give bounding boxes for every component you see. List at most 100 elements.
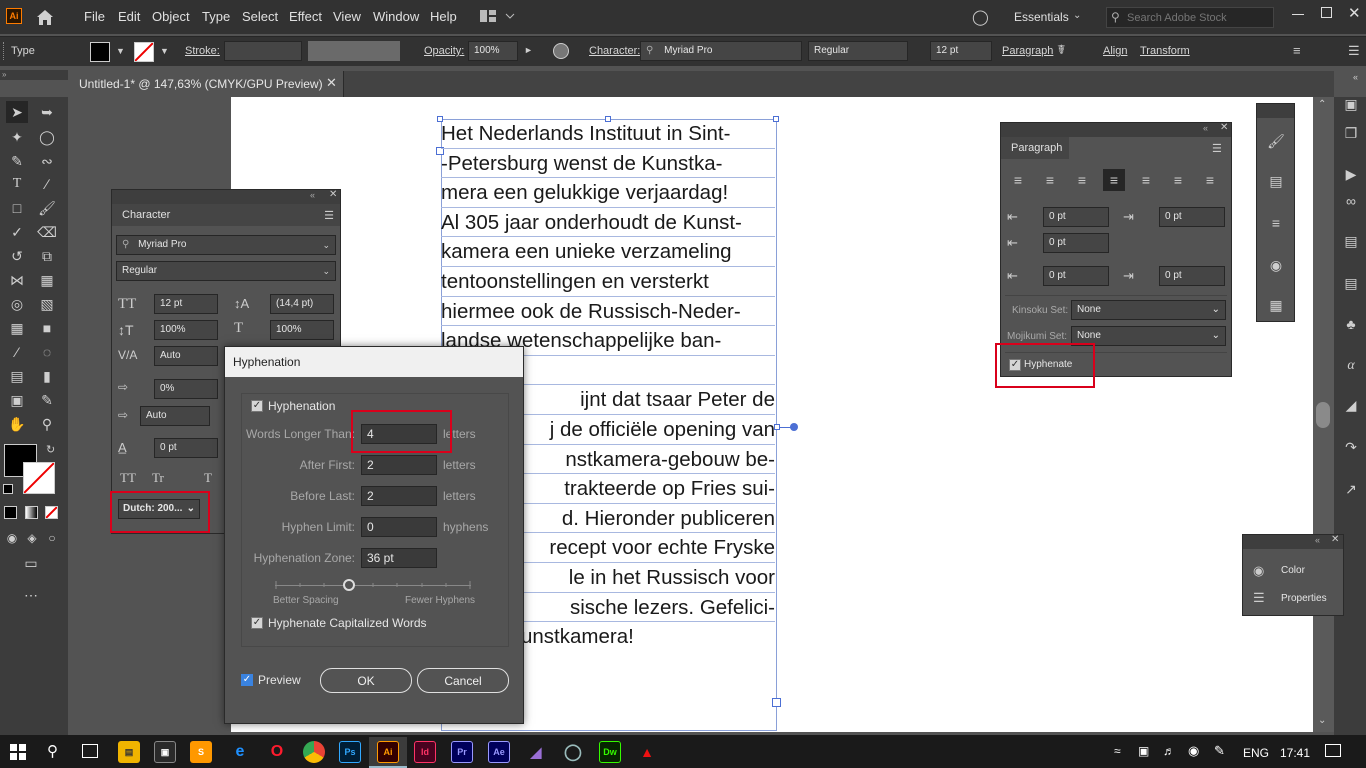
libraries-icon[interactable]: ▤ (1340, 230, 1362, 252)
align-label[interactable]: Align (1103, 45, 1127, 57)
paragraph-panel-tab[interactable]: Paragraph (1001, 137, 1069, 159)
horizontal-scale-field[interactable]: 100% (270, 320, 334, 340)
kinsoku-select[interactable]: None ⌄ (1071, 300, 1226, 320)
pen-tool-icon[interactable]: ✎ (6, 150, 28, 172)
screen-mode-icon[interactable]: ▭ (20, 552, 42, 574)
scale-tool-icon[interactable]: ⧉ (36, 245, 58, 267)
justify-all-icon[interactable]: ≡ (1199, 169, 1221, 191)
panel-menu-icon[interactable]: ☰ (1212, 142, 1222, 155)
before-last-field[interactable] (361, 486, 437, 506)
out-port-handle-dot[interactable] (790, 423, 798, 431)
brush-icon[interactable]: 🖌 (1265, 130, 1287, 152)
color-panel-icon[interactable]: ◉ (1253, 563, 1264, 579)
asset-export-icon[interactable]: ▤ (1340, 272, 1362, 294)
minimize-window-button[interactable] (1292, 14, 1304, 15)
gradient-tool-icon[interactable]: ■ (36, 317, 58, 339)
free-transform-tool-icon[interactable]: ▦ (36, 269, 58, 291)
baseline-shift-field[interactable]: 0 pt (154, 438, 218, 458)
recolor-icon[interactable] (553, 43, 569, 59)
color-panel-label[interactable]: Color (1281, 565, 1305, 576)
color-mode-icon[interactable] (4, 506, 17, 519)
first-line-indent-field[interactable]: 0 pt (1043, 233, 1109, 253)
space-before-field[interactable]: 0 pt (1043, 266, 1109, 286)
task-view-icon[interactable] (82, 744, 98, 758)
stroke-panel-icon[interactable]: ≡ (1265, 212, 1287, 234)
after-first-field[interactable] (361, 455, 437, 475)
draw-behind-icon[interactable]: ○ (41, 527, 63, 549)
close-icon[interactable]: ✕ (329, 189, 337, 200)
rectangle-tool-icon[interactable]: □ (6, 197, 28, 219)
opacity-arrow[interactable]: ► (524, 45, 533, 55)
right-indent-field[interactable]: 0 pt (1159, 207, 1225, 227)
wifi-icon[interactable]: ≈ (1114, 744, 1121, 758)
blend-tool-icon[interactable]: ◌ (36, 341, 58, 363)
lasso-tool-icon[interactable]: ◯ (36, 126, 58, 148)
globe-icon[interactable]: ☤ (1057, 42, 1066, 58)
character-panel-tab[interactable]: Character ☰ (112, 204, 340, 226)
transform-label[interactable]: Transform (1140, 45, 1190, 57)
font-style-field[interactable]: Regular (808, 41, 908, 61)
cancel-button[interactable]: Cancel (417, 668, 509, 693)
shaper-tool-icon[interactable]: ✓ (6, 221, 28, 243)
collapse-icon[interactable]: « (310, 190, 315, 200)
opacity-field[interactable]: 100% (468, 41, 518, 61)
store-icon[interactable]: ▣ (154, 741, 176, 763)
draw-mode-icon[interactable]: ◉ (1, 527, 23, 549)
hand-tool-icon[interactable]: ✋ (6, 413, 28, 435)
panel-menu-icon[interactable]: ☰ (324, 209, 334, 222)
align-panel-icon[interactable]: ▦ (1265, 294, 1287, 316)
character-label[interactable]: Character: (589, 45, 640, 57)
properties-panel-label[interactable]: Properties (1281, 593, 1327, 604)
stroke-weight-field[interactable] (224, 41, 302, 61)
document-tab[interactable]: Untitled-1* @ 147,63% (CMYK/GPU Preview)… (70, 71, 344, 97)
visual-studio-icon[interactable]: ◢ (525, 741, 547, 763)
justify-right-icon[interactable]: ≡ (1167, 169, 1189, 191)
justify-left-icon[interactable]: ≡ (1103, 169, 1125, 191)
chevron-down-icon[interactable]: ⌄ (1073, 10, 1081, 21)
auto-field[interactable]: Auto (140, 406, 210, 426)
properties-panel-icon[interactable]: ☰ (1253, 590, 1265, 606)
hyphenation-zone-field[interactable] (361, 548, 437, 568)
share-icon[interactable]: ↗ (1340, 478, 1362, 500)
opera-icon[interactable]: O (266, 741, 288, 763)
home-icon[interactable] (35, 8, 55, 26)
dock-collapse-icon[interactable]: « (1353, 72, 1358, 82)
paragraph-label[interactable]: Paragraph (1002, 45, 1053, 57)
leading-field[interactable]: (14,4 pt) (270, 294, 334, 314)
network-icon[interactable]: ▣ (1138, 744, 1149, 758)
language-indicator[interactable]: ENG (1243, 746, 1269, 760)
draw-inside-icon[interactable]: ◈ (21, 527, 43, 549)
slice-tool-icon[interactable]: ✎ (36, 389, 58, 411)
symbols-icon[interactable]: ♣ (1340, 313, 1362, 335)
links-icon[interactable]: ∞ (1340, 190, 1362, 212)
stroke-dropdown[interactable]: ▼ (160, 46, 169, 56)
transparency-icon[interactable]: ◉ (1265, 254, 1287, 276)
hyphenation-checkbox[interactable]: ✓ (251, 400, 263, 412)
sublime-icon[interactable]: S (190, 741, 212, 763)
menu-view[interactable]: View (333, 9, 361, 24)
rotate-tool-icon[interactable]: ↺ (6, 245, 28, 267)
justify-center-icon[interactable]: ≡ (1135, 169, 1157, 191)
menu-effect[interactable]: Effect (289, 9, 322, 24)
small-caps-button[interactable]: Tr (152, 470, 164, 486)
glyphs-icon[interactable]: α (1340, 355, 1362, 377)
more-tools-icon[interactable]: ⋯ (20, 584, 42, 606)
stroke-label[interactable]: Stroke: (185, 45, 220, 57)
vertical-scrollbar[interactable]: ⌃ ⌄ (1313, 97, 1334, 732)
menu-help[interactable]: Help (430, 9, 457, 24)
align-left-icon[interactable]: ≡ (1007, 169, 1029, 191)
browser-icon[interactable]: ◯ (562, 741, 584, 763)
eyedropper-tool-icon[interactable]: ⁄ (6, 341, 28, 363)
menu-window[interactable]: Window (373, 9, 419, 24)
close-icon[interactable]: ✕ (1220, 122, 1228, 133)
close-window-button[interactable]: ✕ (1348, 4, 1361, 22)
stroke-swatch[interactable] (134, 42, 154, 62)
menu-object[interactable]: Object (152, 9, 190, 24)
mesh-tool-icon[interactable]: ▦ (6, 317, 28, 339)
dreamweaver-icon[interactable]: Dw (599, 741, 621, 763)
lightbulb-icon[interactable]: ◯ (972, 8, 989, 26)
tracking-field[interactable]: 0% (154, 379, 218, 399)
menu-edit[interactable]: Edit (118, 9, 140, 24)
fill-dropdown[interactable]: ▼ (116, 46, 125, 56)
opacity-label[interactable]: Opacity: (424, 45, 464, 57)
